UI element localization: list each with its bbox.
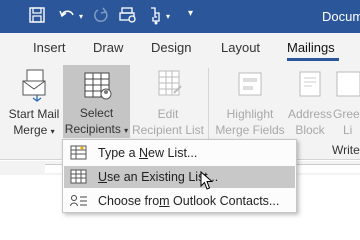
customize-quick-access-icon[interactable]: ▾: [188, 8, 193, 30]
highlight-merge-fields-label-2: Merge Fields: [215, 123, 285, 137]
tab-layout[interactable]: Layout: [221, 40, 260, 55]
highlight-icon: [212, 68, 288, 106]
contacts-icon: [70, 193, 88, 212]
ribbon-tabs: Insert Draw Design Layout Mailings: [0, 33, 360, 61]
window-title: Docum: [322, 9, 360, 24]
greeting-line-label-1: Gree: [333, 107, 360, 121]
tab-draw[interactable]: Draw: [93, 40, 123, 55]
redo-icon: [92, 5, 110, 27]
greeting-line-button: Gree Li: [333, 68, 360, 138]
menu-item-label: Choose from Outlook Contacts...: [98, 194, 280, 208]
address-block-button: Address Block: [286, 68, 334, 138]
greeting-line-icon: [333, 68, 360, 106]
print-preview-icon[interactable]: [118, 5, 138, 27]
menu-item-choose-outlook-contacts[interactable]: Choose from Outlook Contacts...: [64, 190, 295, 212]
tab-insert[interactable]: Insert: [33, 40, 66, 55]
address-block-label-2: Block: [295, 123, 325, 137]
tab-mailings[interactable]: Mailings: [287, 40, 335, 55]
select-recipients-icon: [63, 65, 130, 105]
start-mail-merge-label-2: Merge ▾: [13, 123, 55, 137]
menu-item-use-existing-list[interactable]: Use an Existing List...: [64, 166, 295, 188]
mail-merge-icon: [6, 68, 62, 106]
group-label-write: Write: [332, 143, 360, 157]
menu-item-type-new-list[interactable]: Type a New List...: [64, 142, 295, 164]
edit-recipient-list-label-2: Recipient List: [131, 123, 205, 137]
mouse-cursor-icon: [200, 170, 214, 196]
select-recipients-label-2: Recipients ▾: [64, 122, 129, 136]
start-mail-merge-label-1: Start Mail: [8, 107, 60, 121]
format-painter-icon[interactable]: [146, 5, 166, 27]
menu-item-label: Type a New List...: [98, 146, 198, 160]
select-recipients-label-1: Select: [79, 106, 114, 120]
address-block-label-1: Address: [287, 107, 333, 121]
highlight-merge-fields-label-1: Highlight: [226, 107, 274, 121]
edit-recipient-list-label-1: Edit: [157, 107, 179, 121]
start-mail-merge-button[interactable]: Start Mail Merge ▾: [6, 68, 62, 138]
save-icon[interactable]: [28, 5, 46, 27]
tab-design[interactable]: Design: [151, 40, 191, 55]
title-bar: ▾ ▾ ▾ Docum: [0, 0, 360, 33]
undo-dropdown-icon[interactable]: ▾: [79, 12, 83, 34]
greeting-line-label-2: Li: [343, 123, 353, 137]
format-painter-dropdown-icon[interactable]: ▾: [166, 12, 170, 34]
select-recipients-button[interactable]: Select Recipients ▾: [63, 65, 130, 138]
select-recipients-menu: Type a New List... Use an Existing List.…: [62, 139, 297, 213]
undo-icon[interactable]: [58, 5, 76, 27]
new-list-icon: [70, 145, 88, 164]
highlight-merge-fields-button: Highlight Merge Fields: [212, 68, 288, 138]
edit-list-icon: [131, 68, 205, 106]
edit-recipient-list-button: Edit Recipient List: [131, 68, 205, 138]
existing-list-icon: [70, 169, 88, 188]
address-block-icon: [286, 68, 334, 106]
